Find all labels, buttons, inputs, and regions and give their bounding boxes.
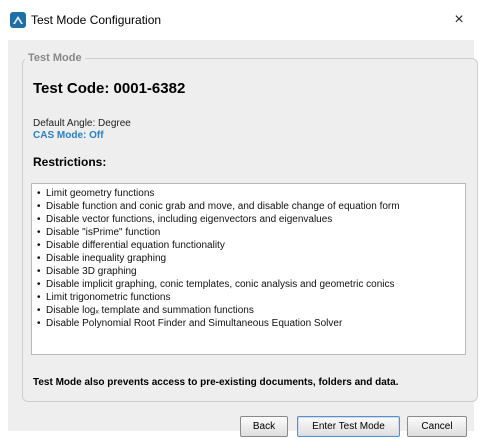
bullet-icon: • <box>37 253 41 264</box>
restriction-item: • Disable implicit graphing, conic templa… <box>37 278 465 291</box>
restriction-item: • Disable logₓ template and summation fun… <box>37 304 465 317</box>
bullet-icon: • <box>37 214 41 225</box>
restriction-item: • Disable 3D graphing <box>37 265 465 278</box>
window-title: Test Mode Configuration <box>31 13 162 27</box>
close-button[interactable]: × <box>436 0 482 40</box>
restriction-item: • Disable differential equation functiona… <box>37 239 465 252</box>
restriction-text: Limit trigonometric functions <box>46 292 171 303</box>
restriction-text: Disable logₓ template and summation func… <box>46 305 254 316</box>
restriction-item: • Disable inequality graphing <box>37 252 465 265</box>
default-angle: Default Angle: Degree <box>33 118 131 129</box>
bullet-icon: • <box>37 292 41 303</box>
bullet-icon: • <box>37 188 41 199</box>
title-bar: Test Mode Configuration × <box>0 0 482 40</box>
restrictions-title: Restrictions: <box>33 155 107 169</box>
restriction-text: Disable implicit graphing, conic templat… <box>46 279 395 290</box>
bullet-icon: • <box>37 240 41 251</box>
bullet-icon: • <box>37 279 41 290</box>
restriction-item: • Limit trigonometric functions <box>37 291 465 304</box>
footnote: Test Mode also prevents access to pre-ex… <box>33 377 399 388</box>
restriction-item: • Disable Polynomial Root Finder and Simu… <box>37 317 465 330</box>
bullet-icon: • <box>37 305 41 316</box>
group-legend: Test Mode <box>25 52 85 64</box>
bullet-icon: • <box>37 201 41 212</box>
test-code: Test Code: 0001-6382 <box>33 80 186 97</box>
restriction-item: • Disable vector functions, including eig… <box>37 213 465 226</box>
back-button[interactable]: Back <box>240 416 288 437</box>
bullet-icon: • <box>37 227 41 238</box>
cancel-button[interactable]: Cancel <box>407 416 467 437</box>
restriction-text: Disable 3D graphing <box>46 266 137 277</box>
restriction-text: Disable Polynomial Root Finder and Simul… <box>46 318 343 329</box>
restriction-text: Disable function and conic grab and move… <box>46 201 400 212</box>
cas-mode: CAS Mode: Off <box>33 130 104 141</box>
app-logo-icon <box>10 12 26 28</box>
restriction-text: Disable inequality graphing <box>46 253 167 264</box>
restrictions-list[interactable]: • Limit geometry functions • Disable funct… <box>31 183 466 355</box>
bullet-icon: • <box>37 266 41 277</box>
restriction-text: Disable "isPrime" function <box>46 227 161 238</box>
restriction-text: Disable differential equation functional… <box>46 240 225 251</box>
restriction-text: Limit geometry functions <box>46 188 155 199</box>
bullet-icon: • <box>37 318 41 329</box>
restriction-item: • Disable function and conic grab and mov… <box>37 200 465 213</box>
restriction-text: Disable vector functions, including eige… <box>46 214 333 225</box>
enter-test-mode-button[interactable]: Enter Test Mode <box>297 416 400 437</box>
restriction-item: • Limit geometry functions <box>37 187 465 200</box>
restriction-item: • Disable "isPrime" function <box>37 226 465 239</box>
